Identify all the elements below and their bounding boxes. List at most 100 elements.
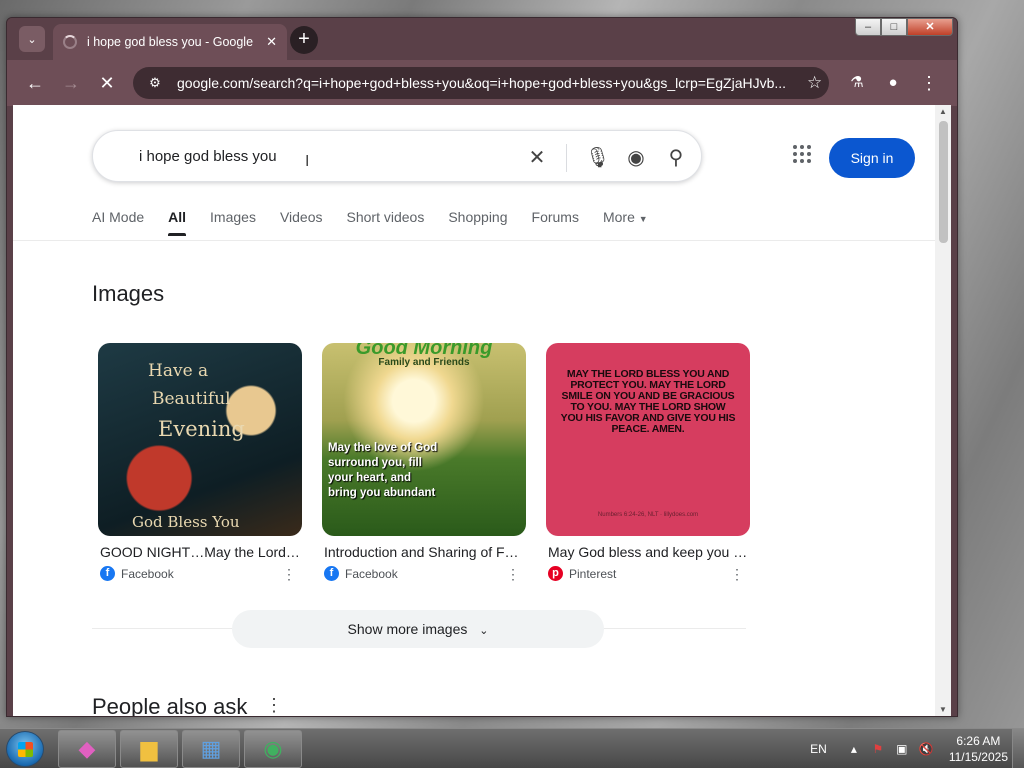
image-thumbnail[interactable]: Good Morning Family and Friends May the … [322,343,526,536]
search-icon[interactable]: ⚲ [665,146,687,170]
images-section-title: Images [92,281,165,306]
text-cursor-icon: I [305,153,310,170]
page-content: i hope god bless you I ✕ 🎙 ◉ ⚲ Sign in A… [13,105,935,717]
browser-tab[interactable]: i hope god bless you - Google ✕ [53,24,287,60]
tab-ai-mode[interactable]: AI Mode [92,209,144,236]
control-panel-icon: ▦ [200,736,222,761]
labs-flask-icon[interactable]: ⚗ [845,72,869,96]
profile-icon[interactable]: ● [881,72,905,96]
bookmark-star-icon[interactable]: ☆ [807,73,822,93]
system-tray: EN ▴ ⚑ ▣ 🔇 6:26 AM 11/15/2025 [810,729,1008,768]
start-button[interactable] [6,731,44,767]
image-text: Evening [158,417,245,441]
search-box[interactable]: i hope god bless you I ✕ 🎙 ◉ ⚲ [92,130,702,182]
image-card-1[interactable]: Have a Beautiful Evening God Bless You G… [98,343,302,583]
chevron-down-icon: ⌄ [479,625,489,637]
scrollbar-thumb[interactable] [939,121,948,243]
more-options-icon[interactable]: ⋮ [282,566,296,583]
image-card-title[interactable]: Introduction and Sharing of F… [322,544,524,560]
tab-all[interactable]: All [168,209,186,236]
scroll-down-arrow-icon[interactable]: ▼ [935,703,951,716]
network-icon[interactable]: ▣ [895,742,909,756]
tab-shopping[interactable]: Shopping [448,209,507,236]
facebook-icon: f [100,566,115,581]
maximize-button[interactable]: □ [881,18,907,36]
clock[interactable]: 6:26 AM 11/15/2025 [949,733,1008,765]
taskbar-file-explorer[interactable]: ▆ [120,730,178,768]
loading-spinner-icon [63,35,77,49]
image-card-source[interactable]: f Facebook ⋮ [98,566,302,583]
tabs-divider [13,240,935,241]
more-options-icon[interactable]: ⋮ [506,566,520,583]
google-apps-icon[interactable] [793,145,815,167]
image-card-title[interactable]: GOOD NIGHT…May the Lord… [98,544,300,560]
source-name: Facebook [345,566,398,581]
search-input[interactable]: i hope god bless you [139,148,277,165]
image-card-source[interactable]: f Facebook ⋮ [322,566,526,583]
tab-strip: ⌄ i hope god bless you - Google ✕ + – □ … [7,18,957,60]
show-desktop-button[interactable] [1012,729,1024,768]
source-name: Pinterest [569,566,617,581]
volume-muted-icon[interactable]: 🔇 [919,742,934,756]
image-text: Beautiful [152,389,231,409]
stop-loading-icon[interactable]: ✕ [95,72,119,96]
language-indicator[interactable]: EN [810,742,827,756]
scroll-up-arrow-icon[interactable]: ▲ [935,105,951,119]
taskbar-app-1[interactable]: ◆ [58,730,116,768]
clock-time: 6:26 AM [956,734,1001,748]
pinterest-icon: p [548,566,563,581]
browser-menu-icon[interactable]: ⋮ [917,72,941,96]
new-tab-button[interactable]: + [290,26,318,54]
forward-arrow-icon[interactable]: → [59,72,83,96]
show-more-label: Show more images [347,621,468,637]
tab-more-label: More [602,209,635,225]
image-text: Have a [148,361,209,381]
show-more-images-button[interactable]: Show more images ⌄ [232,610,604,648]
image-text: Family and Friends [378,357,470,368]
people-also-ask-title: People also ask [92,694,248,717]
taskbar-browser[interactable]: ◉ [244,730,302,768]
browser-icon: ◉ [263,736,283,761]
tab-forums[interactable]: Forums [532,209,579,236]
sign-in-button[interactable]: Sign in [829,138,915,178]
app-icon: ◆ [78,736,96,761]
clock-date: 11/15/2025 [948,750,1008,764]
close-window-button[interactable]: ✕ [907,18,953,36]
close-tab-icon[interactable]: ✕ [266,34,277,50]
tab-search-button[interactable]: ⌄ [19,26,45,52]
image-card-source[interactable]: p Pinterest ⋮ [546,566,750,583]
image-card-2[interactable]: Good Morning Family and Friends May the … [322,343,526,583]
taskbar-control-panel[interactable]: ▦ [182,730,240,768]
tab-videos[interactable]: Videos [280,209,323,236]
image-text: Numbers 6:24-26, NLT · lillydoes.com [597,512,699,518]
site-info-icon[interactable]: ⚙ [143,75,167,91]
address-bar[interactable]: ⚙ google.com/search?q=i+hope+god+bless+y… [133,67,829,99]
tab-images[interactable]: Images [210,209,256,236]
source-name: Facebook [121,566,174,581]
microphone-icon[interactable]: 🎙 [585,146,610,170]
show-hidden-icons-icon[interactable]: ▴ [847,742,861,756]
image-thumbnail[interactable]: Have a Beautiful Evening God Bless You [98,343,302,536]
more-options-icon[interactable]: ⋮ [265,695,283,716]
window-controls: – □ ✕ [855,18,953,36]
search-divider [566,144,567,172]
clear-search-icon[interactable]: ✕ [526,146,548,170]
image-text: MAY THE LORD BLESS YOU AND PROTECT YOU. … [560,368,736,435]
vertical-scrollbar[interactable]: ▲ ▼ [935,105,951,716]
image-thumbnail[interactable]: MAY THE LORD BLESS YOU AND PROTECT YOU. … [546,343,750,536]
more-options-icon[interactable]: ⋮ [730,566,744,583]
search-tabs: AI Mode All Images Videos Short videos S… [92,209,648,236]
browser-toolbar: ← → ✕ ⚙ google.com/search?q=i+hope+god+b… [7,60,957,106]
minimize-button[interactable]: – [855,18,881,36]
image-text: God Bless You [132,513,240,531]
dropdown-arrow-icon: ▼ [638,214,648,224]
image-card-3[interactable]: MAY THE LORD BLESS YOU AND PROTECT YOU. … [546,343,750,583]
taskbar: ◆ ▆ ▦ ◉ EN ▴ ⚑ ▣ 🔇 6:26 AM 11/15/2025 [0,728,1024,768]
camera-lens-icon[interactable]: ◉ [625,146,647,170]
back-arrow-icon[interactable]: ← [23,72,47,96]
image-card-title[interactable]: May God bless and keep you … [546,544,748,560]
tab-short-videos[interactable]: Short videos [347,209,425,236]
image-text: May the love of God surround you, fill y… [328,442,438,499]
tab-more[interactable]: More ▼ [603,209,648,236]
action-center-flag-icon[interactable]: ⚑ [871,742,885,756]
